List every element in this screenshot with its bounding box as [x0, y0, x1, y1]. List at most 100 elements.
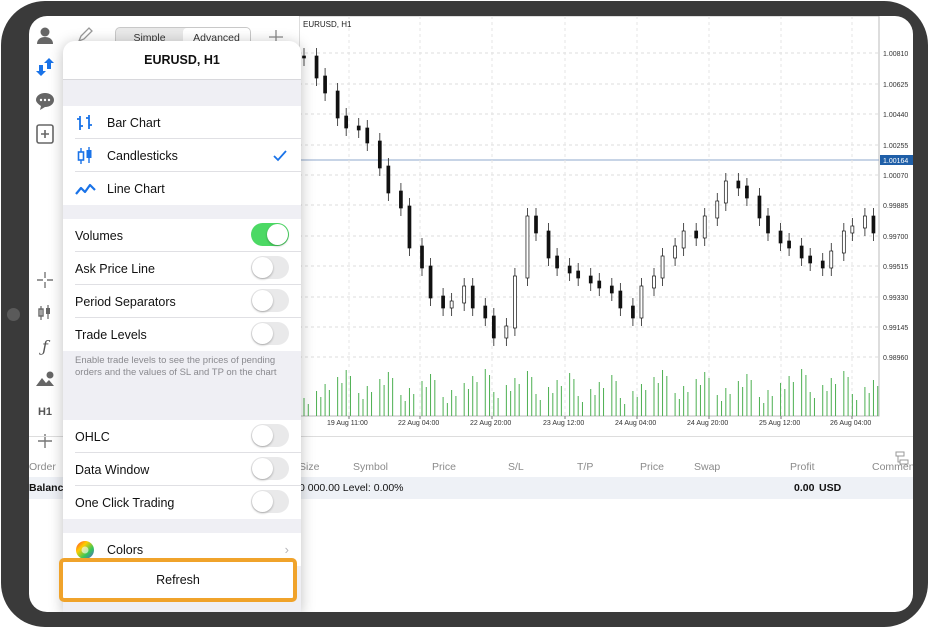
candle-body — [820, 260, 825, 269]
candle-body — [757, 195, 762, 219]
price-label: 1.00625 — [883, 82, 908, 89]
candle-body — [863, 215, 867, 229]
candle-body — [386, 165, 391, 194]
candle-body — [694, 230, 699, 239]
trade-levels-toggle[interactable] — [251, 322, 289, 345]
toggle-row-period-separators: Period Separators — [63, 285, 301, 318]
candle-body — [555, 255, 559, 269]
candle-body — [470, 285, 475, 309]
candle-body — [631, 305, 635, 319]
account-icon[interactable] — [33, 24, 57, 46]
col-tp[interactable]: T/P — [577, 461, 593, 473]
color-wheel-icon — [76, 540, 94, 559]
indicators-icon[interactable]: ƒ — [33, 335, 57, 357]
camera-dot — [7, 308, 20, 321]
candle-body — [660, 255, 665, 279]
time-label: 22 Aug 04:00 — [398, 420, 439, 427]
candle-body — [787, 240, 791, 249]
time-label: 23 Aug 12:00 — [543, 420, 584, 427]
timeframe-icon[interactable]: H1 — [33, 401, 57, 423]
col-sl[interactable]: S/L — [508, 461, 524, 473]
time-label: 19 Aug 11:00 — [327, 420, 368, 427]
candle-body — [850, 225, 855, 234]
chart-symbol-title: EURUSD, H1 — [303, 20, 352, 29]
candle-body — [399, 190, 403, 209]
candle-body — [344, 115, 349, 129]
currency-label: USD — [819, 482, 842, 494]
screen: ƒ H1 Simple Advanced 1.00810 1.00625 1.004… — [29, 16, 913, 612]
price-label: 0.99145 — [883, 325, 908, 332]
candle-body — [483, 305, 488, 319]
candle-body — [588, 275, 593, 284]
toggle-label: Trade Levels — [75, 327, 147, 342]
col-swap[interactable]: Swap — [694, 461, 720, 473]
col-order[interactable]: Order — [29, 461, 56, 473]
chart-type-candlesticks[interactable]: Candlesticks — [63, 139, 301, 172]
candle-body — [567, 265, 572, 274]
chart-type-bar[interactable]: Bar Chart — [63, 106, 301, 139]
col-size[interactable]: Size — [299, 461, 319, 473]
candle-body — [407, 205, 412, 249]
chart-type-line[interactable]: Line Chart — [63, 172, 301, 205]
candle-body — [841, 230, 846, 254]
candle-body — [673, 245, 677, 259]
candlesticks-icon — [77, 146, 92, 164]
price-chart[interactable]: 1.00810 1.00625 1.00440 1.00255 1.00164 1.000… — [298, 16, 913, 436]
toggle-row-data-window: Data Window — [63, 453, 301, 486]
new-order-icon[interactable] — [33, 123, 57, 145]
col-price[interactable]: Price — [432, 461, 456, 473]
refresh-button[interactable]: Refresh — [59, 558, 297, 602]
time-label: 24 Aug 20:00 — [687, 420, 728, 427]
price-label: 1.00070 — [883, 173, 908, 180]
chart-type-label: Bar Chart — [107, 115, 161, 130]
volumes-toggle[interactable] — [251, 223, 289, 246]
crosshair-icon[interactable] — [33, 269, 57, 291]
profit-value: 0.00 — [794, 482, 815, 494]
objects-icon[interactable] — [33, 368, 57, 390]
candle-body — [546, 230, 551, 259]
extra-toggles-group: OHLC Data Window One Click Trading — [63, 420, 301, 519]
candle-body — [808, 255, 813, 264]
candle-body — [365, 127, 370, 144]
chart-type-group: Bar Chart Candlesticks Line Chart — [63, 106, 301, 205]
data-window-toggle[interactable] — [251, 457, 289, 480]
candle-body — [335, 90, 340, 119]
time-label: 25 Aug 12:00 — [759, 420, 800, 427]
col-price-current[interactable]: Price — [640, 461, 664, 473]
candle-body — [302, 55, 306, 59]
chevron-right-icon: › — [284, 542, 289, 557]
candle-body — [723, 180, 728, 204]
chart-type-label: Line Chart — [107, 181, 165, 196]
candle-body — [491, 315, 496, 339]
candle-body — [736, 180, 741, 189]
price-label: 0.99885 — [883, 203, 908, 210]
chat-icon[interactable] — [33, 90, 57, 112]
price-label: 0.99515 — [883, 264, 908, 271]
candle-body — [323, 75, 327, 94]
toggle-label: One Click Trading — [75, 495, 175, 510]
balance-text: 0 000.00 Level: 0.00% — [299, 482, 404, 494]
ask-price-line-toggle[interactable] — [251, 256, 289, 279]
candle-body — [534, 215, 538, 234]
col-comment[interactable]: Comment — [872, 461, 913, 473]
one-click-trading-toggle[interactable] — [251, 490, 289, 513]
ohlc-toggle[interactable] — [251, 424, 289, 447]
candle-body — [618, 290, 623, 309]
price-label: 0.99700 — [883, 234, 908, 241]
chart-type-icon[interactable] — [33, 302, 57, 324]
col-profit[interactable]: Profit — [790, 461, 815, 473]
candle-body — [441, 295, 445, 309]
candle-body — [576, 270, 581, 279]
chart-canvas: 1.00810 1.00625 1.00440 1.00255 1.00164 1.000… — [298, 16, 913, 427]
price-label: 1.00810 — [883, 51, 908, 58]
bar-chart-icon — [77, 114, 92, 130]
candle-body — [513, 275, 517, 329]
col-symbol[interactable]: Symbol — [353, 461, 388, 473]
period-separators-toggle[interactable] — [251, 289, 289, 312]
panel-title: EURUSD, H1 — [63, 41, 301, 80]
candle-body — [778, 230, 783, 244]
candle-body — [609, 285, 614, 294]
trade-icon[interactable] — [33, 56, 57, 78]
candle-body — [766, 215, 770, 234]
line-chart-icon — [75, 183, 96, 195]
